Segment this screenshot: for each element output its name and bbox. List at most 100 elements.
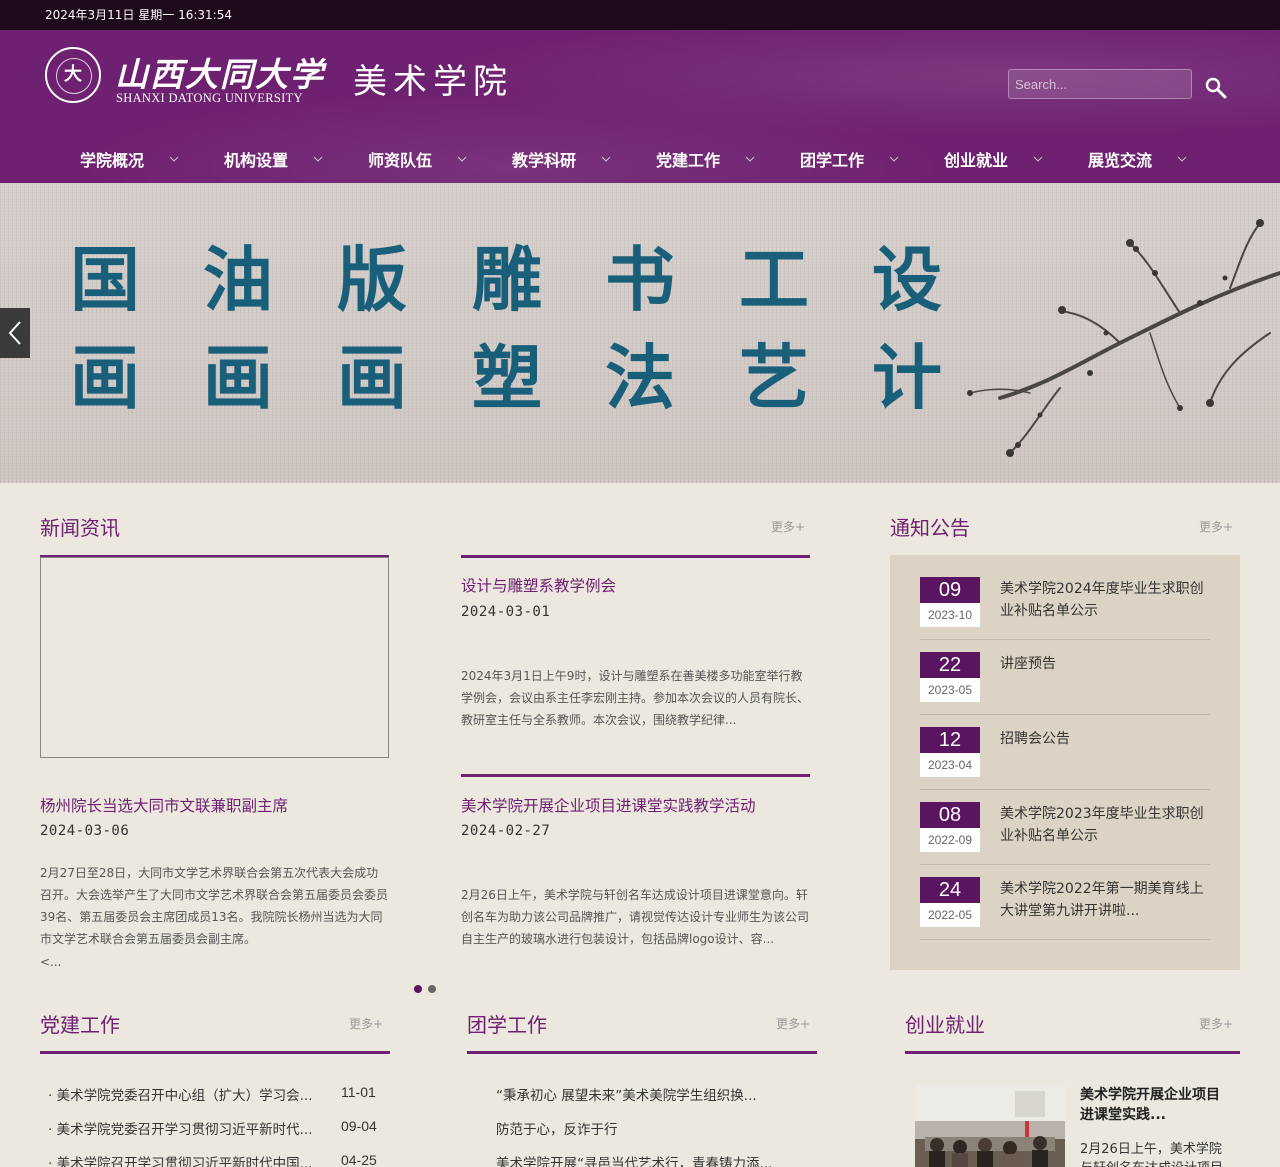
notice-divider [920, 639, 1210, 640]
carousel-dot[interactable] [428, 985, 436, 993]
news-item-date: 2024-02-27 [461, 823, 551, 839]
news-item-summary: 2月27日至28日，大同市文学艺术界联合会第五次代表大会成功召开。大会选举产生了… [40, 866, 389, 946]
site-header: 大 山西大同大学 SHANXI DATONG UNIVERSITY 美术学院 学… [0, 30, 1280, 183]
notice-month: 2023-04 [920, 753, 980, 777]
carousel-dots [414, 985, 438, 995]
notice-title[interactable]: 美术学院2024年度毕业生求职创业补贴名单公示 [1000, 578, 1210, 622]
chevron-down-icon[interactable] [601, 154, 611, 164]
carousel-dot-active[interactable] [414, 985, 422, 993]
notice-day: 12 [920, 727, 980, 753]
notice-day: 08 [920, 802, 980, 828]
news-item-summary: 2月26日上午，美术学院与轩创名车达成设计项目进课堂意向。轩创名车为助力该公司品… [461, 888, 810, 946]
list-item[interactable]: 防范于心，反诈于行 [496, 1118, 618, 1138]
ink-branch-illustration [967, 219, 1280, 457]
career-feature-title[interactable]: 美术学院开展企业项目进课堂实践... [1080, 1085, 1230, 1125]
list-item-date: 09-04 [341, 1118, 377, 1134]
nav-item-teaching-research[interactable]: 教学科研 [512, 142, 576, 180]
chevron-left-icon [8, 321, 21, 345]
notice-month: 2023-10 [920, 603, 980, 627]
classroom-photo-illustration [915, 1085, 1065, 1167]
notice-day: 24 [920, 877, 980, 903]
career-rule [905, 1051, 1240, 1054]
news-item-title[interactable]: 设计与雕塑系教学例会 [461, 574, 616, 596]
chevron-down-icon[interactable] [745, 154, 755, 164]
banner-character: 画 [337, 336, 407, 419]
notice-divider [920, 789, 1210, 790]
university-seal-logo[interactable]: 大 [45, 47, 101, 103]
notice-divider [920, 939, 1210, 940]
chevron-down-icon[interactable] [889, 154, 899, 164]
banner-character: 计 [872, 336, 942, 419]
notice-title[interactable]: 招聘会公告 [1000, 728, 1210, 750]
nav-item-party-building[interactable]: 党建工作 [656, 142, 720, 180]
nav-item-college-overview[interactable]: 学院概况 [80, 142, 144, 180]
league-more-link[interactable]: 更多+ [776, 1015, 810, 1032]
chevron-down-icon[interactable] [1177, 154, 1187, 164]
news-section-title: 新闻资讯 [40, 516, 120, 540]
news-rule [461, 774, 810, 777]
nav-label: 师资队伍 [368, 151, 433, 170]
hero-banner[interactable]: 国 画 油 画 版 画 雕 塑 书 法 工 艺 设 计 [0, 183, 1280, 483]
banner-character: 设 [872, 238, 942, 321]
news-item-date: 2024-03-01 [461, 604, 551, 620]
banner-character: 工 [739, 238, 809, 321]
chevron-down-icon[interactable] [313, 154, 323, 164]
search-icon[interactable] [1204, 76, 1228, 100]
nav-item-career[interactable]: 创业就业 [944, 142, 1008, 180]
nav-item-youth-league[interactable]: 团学工作 [800, 142, 864, 180]
banner-prev-button[interactable] [0, 308, 30, 358]
banner-character: 油 [203, 238, 273, 321]
nav-label: 机构设置 [224, 151, 289, 170]
notice-month: 2022-05 [920, 903, 980, 927]
list-item[interactable]: 美术学院开展“寻邑当代艺术行，青春铸力添... [496, 1152, 772, 1167]
banner-character: 艺 [739, 336, 809, 419]
party-more-link[interactable]: 更多+ [349, 1015, 383, 1032]
news-rule [461, 555, 810, 558]
nav-item-organization[interactable]: 机构设置 [224, 142, 288, 180]
chevron-down-icon[interactable] [169, 154, 179, 164]
notice-title[interactable]: 美术学院2023年度毕业生求职创业补贴名单公示 [1000, 803, 1210, 847]
nav-label: 教学科研 [512, 151, 577, 170]
notice-divider [920, 714, 1210, 715]
nav-label: 学院概况 [80, 151, 145, 170]
news-item-title[interactable]: 杨州院长当选大同市文联兼职副主席 [40, 794, 288, 816]
banner-character: 塑 [472, 336, 542, 419]
news-item-more[interactable]: <... [40, 951, 62, 973]
banner-character: 版 [337, 238, 407, 321]
league-section-title: 团学工作 [467, 1013, 547, 1037]
nav-label: 展览交流 [1088, 151, 1153, 170]
list-item[interactable]: · 美术学院召开学习贯彻习近平新时代中国... [48, 1152, 312, 1167]
career-section-title: 创业就业 [905, 1013, 985, 1037]
news-item-title[interactable]: 美术学院开展企业项目进课堂实践教学活动 [461, 794, 756, 816]
nav-item-faculty[interactable]: 师资队伍 [368, 142, 432, 180]
career-feature-photo[interactable] [915, 1085, 1065, 1167]
list-item[interactable]: “秉承初心 展望未来”美术美院学生组织换... [496, 1084, 757, 1104]
list-item-date: 04-25 [341, 1152, 377, 1167]
nav-label: 团学工作 [800, 151, 865, 170]
chevron-down-icon[interactable] [1033, 154, 1043, 164]
news-item-date: 2024-03-06 [40, 823, 130, 839]
list-item[interactable]: · 美术学院党委召开中心组（扩大）学习会... [48, 1084, 312, 1104]
banner-character: 法 [605, 336, 675, 419]
nav-label: 党建工作 [656, 151, 721, 170]
notices-more-link[interactable]: 更多+ [1199, 518, 1233, 535]
list-item[interactable]: · 美术学院党委召开学习贯彻习近平新时代... [48, 1118, 312, 1138]
notice-title[interactable]: 讲座预告 [1000, 653, 1210, 675]
career-more-link[interactable]: 更多+ [1199, 1015, 1233, 1032]
news-image-placeholder[interactable] [40, 557, 389, 758]
notice-divider [920, 864, 1210, 865]
banner-character: 画 [70, 336, 140, 419]
news-item-summary: 2024年3月1日上午9时，设计与雕塑系在善美楼多功能室举行教学例会，会议由系主… [461, 669, 810, 727]
chevron-down-icon[interactable] [457, 154, 467, 164]
main-nav: 学院概况 机构设置 师资队伍 教学科研 党建工作 团学工作 创业就业 展览交流 [0, 142, 1280, 180]
current-datetime: 2024年3月11日 星期一 16:31:54 [45, 8, 232, 22]
university-name-cn[interactable]: 山西大同大学 [115, 48, 325, 96]
banner-character: 画 [203, 336, 273, 419]
notices-section-title: 通知公告 [890, 516, 970, 540]
notice-title[interactable]: 美术学院2022年第一期美育线上大讲堂第九讲开讲啦... [1000, 878, 1210, 922]
news-more-link[interactable]: 更多+ [771, 518, 805, 535]
search-input[interactable] [1008, 69, 1192, 99]
college-name: 美术学院 [353, 62, 513, 102]
seal-glyph-icon: 大 [64, 64, 82, 85]
nav-item-exhibition[interactable]: 展览交流 [1088, 142, 1152, 180]
